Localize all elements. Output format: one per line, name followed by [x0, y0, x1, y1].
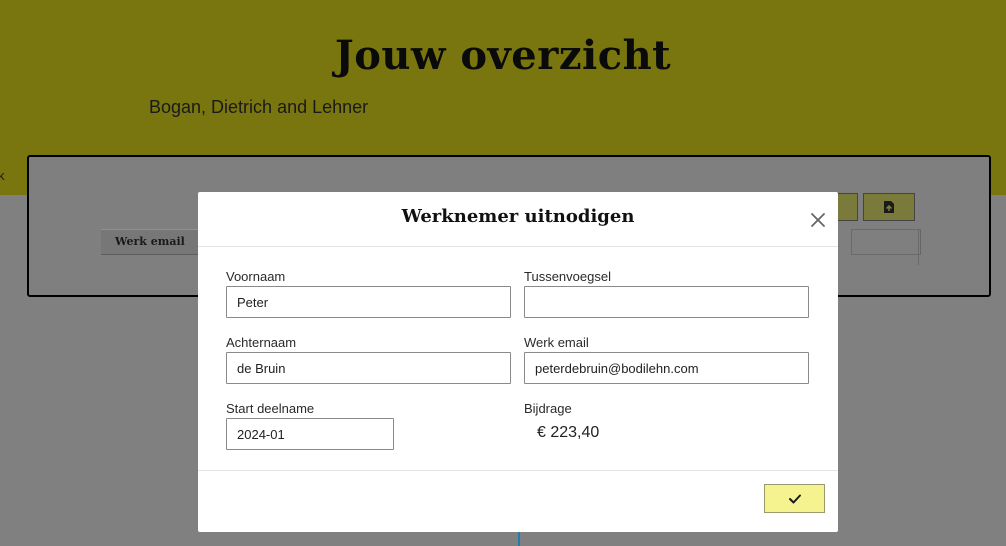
invite-employee-modal: Werknemer uitnodigen Voornaam Tussenvoeg…: [198, 192, 838, 532]
contribution-label: Bijdrage: [524, 401, 572, 416]
modal-header: Werknemer uitnodigen: [198, 192, 838, 247]
work-email-label: Werk email: [524, 335, 589, 350]
table-column-header[interactable]: Werk email: [101, 229, 213, 255]
scroll-indicator: [518, 530, 520, 546]
table-header-cell: [851, 229, 921, 255]
work-email-field[interactable]: [524, 352, 809, 384]
infix-label: Tussenvoegsel: [524, 269, 611, 284]
company-name: Bogan, Dietrich and Lehner: [149, 97, 369, 117]
page-title: Jouw overzicht: [334, 32, 672, 79]
close-icon: [811, 213, 825, 227]
export-button[interactable]: [863, 193, 915, 221]
first-name-field[interactable]: [226, 286, 511, 318]
infix-field[interactable]: [524, 286, 809, 318]
table-divider: [918, 229, 919, 265]
modal-divider: [198, 470, 838, 471]
last-name-field[interactable]: [226, 352, 511, 384]
back-link[interactable]: k: [0, 168, 5, 183]
close-button[interactable]: [806, 208, 830, 232]
contribution-value: € 223,40: [537, 424, 600, 441]
start-field[interactable]: [226, 418, 394, 450]
modal-title: Werknemer uitnodigen: [401, 206, 635, 227]
first-name-label: Voornaam: [226, 269, 286, 284]
last-name-label: Achternaam: [226, 335, 297, 350]
check-icon: [788, 494, 801, 503]
start-label: Start deelname: [226, 401, 315, 416]
confirm-button[interactable]: [764, 484, 825, 513]
file-upload-icon: [884, 201, 894, 213]
